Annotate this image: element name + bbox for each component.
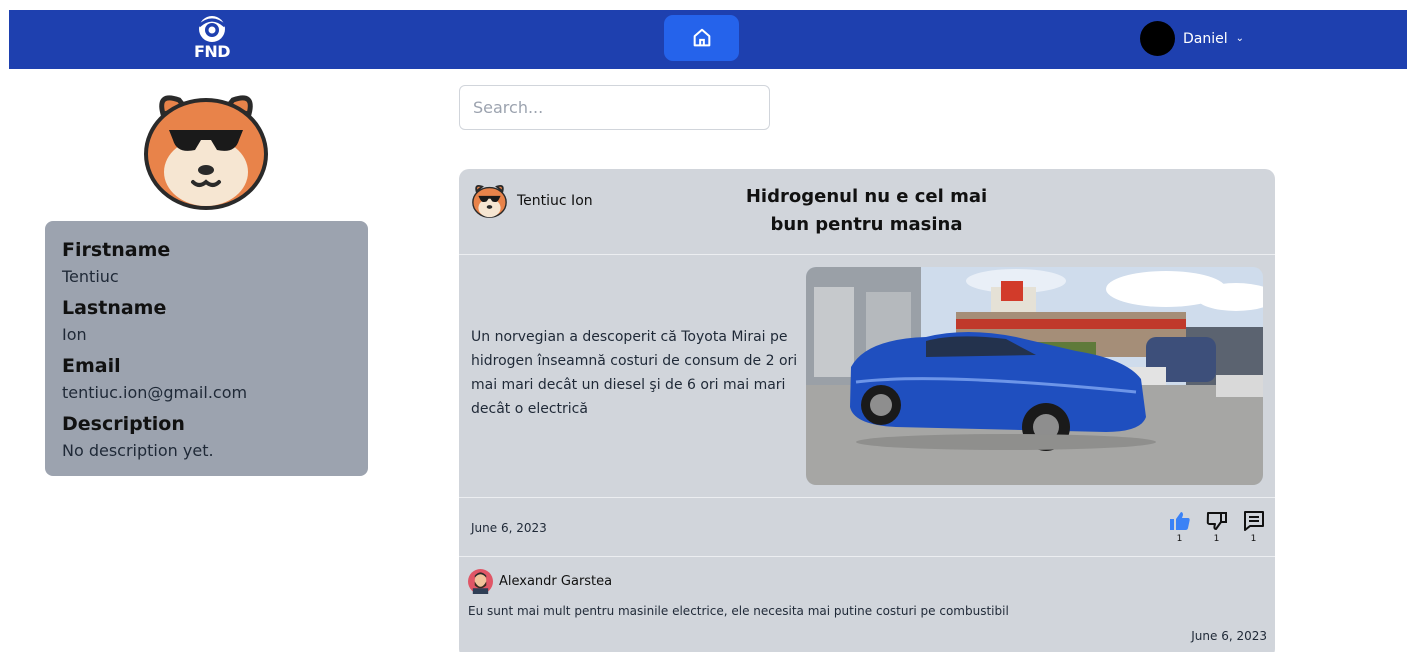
post-footer: June 6, 2023 1 1 1: [459, 499, 1275, 557]
user-avatar: [1140, 21, 1175, 56]
post-author[interactable]: Tentiuc Ion: [471, 182, 593, 219]
author-avatar: [472, 184, 507, 218]
comment-author-avatar: [468, 569, 493, 594]
comment-author-name: Alexandr Garstea: [499, 574, 613, 589]
post-image: [806, 267, 1263, 485]
comment-icon: [1243, 511, 1264, 531]
like-button[interactable]: 1: [1166, 509, 1193, 544]
reaction-bar: 1 1 1: [1166, 509, 1267, 544]
email-label: Email: [62, 355, 121, 377]
firstname-label: Firstname: [62, 239, 171, 261]
lastname-label: Lastname: [62, 297, 167, 319]
post-card: Tentiuc Ion Hidrogenul nu e cel mai bun …: [459, 169, 1275, 652]
user-menu[interactable]: Daniel ⌄: [1140, 20, 1244, 57]
home-icon: [693, 28, 710, 47]
post-author-name: Tentiuc Ion: [517, 192, 593, 209]
firstname-value: Tentiuc: [62, 267, 119, 286]
thumbs-down-icon: [1206, 512, 1227, 530]
comment-author[interactable]: Alexandr Garstea: [468, 569, 612, 594]
comment: Alexandr Garstea Eu sunt mai mult pentru…: [459, 558, 1275, 652]
top-navbar: FND Daniel ⌄: [9, 10, 1407, 69]
post-title: Hidrogenul nu e cel mai bun pentru masin…: [745, 186, 988, 235]
dislike-count: 1: [1213, 534, 1220, 544]
search-input[interactable]: [459, 85, 770, 130]
lastname-value: Ion: [62, 325, 87, 344]
logo[interactable]: FND: [192, 16, 232, 64]
post-date: June 6, 2023: [471, 521, 547, 535]
post-body: Un norvegian a descoperit că Toyota Mira…: [459, 256, 1275, 498]
profile-avatar: [144, 95, 268, 210]
comment-date: June 6, 2023: [1191, 629, 1267, 643]
dislike-button[interactable]: 1: [1203, 509, 1230, 544]
like-count: 1: [1176, 534, 1183, 544]
description-value: No description yet.: [62, 441, 214, 460]
user-name: Daniel: [1183, 30, 1228, 47]
post-header: Tentiuc Ion Hidrogenul nu e cel mai bun …: [459, 169, 1275, 255]
logo-text: FND: [193, 42, 231, 61]
home-button[interactable]: [664, 15, 739, 61]
post-text: Un norvegian a descoperit că Toyota Mira…: [471, 329, 798, 417]
email-value: tentiuc.ion@gmail.com: [62, 383, 248, 402]
thumbs-up-icon: [1169, 512, 1190, 530]
comment-text: Eu sunt mai mult pentru masinile electri…: [468, 604, 1009, 618]
comment-count: 1: [1250, 534, 1257, 544]
comment-button[interactable]: 1: [1240, 509, 1267, 544]
profile-card: Firstname Tentiuc Lastname Ion Email ten…: [45, 221, 368, 476]
chevron-down-icon: ⌄: [1235, 33, 1245, 44]
description-label: Description: [62, 413, 185, 435]
